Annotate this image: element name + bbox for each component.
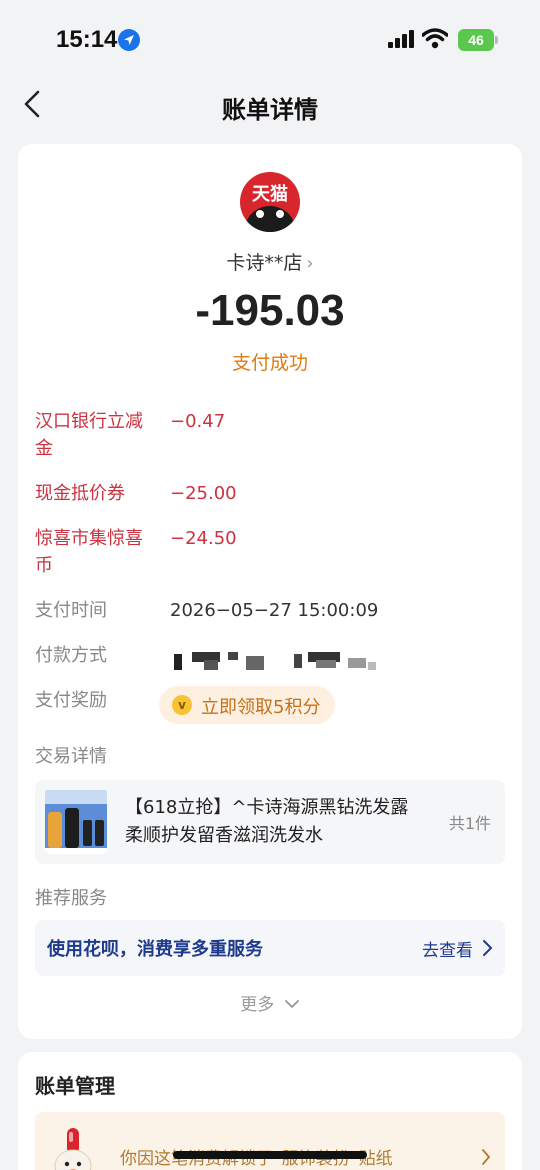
chevron-right-icon: › <box>306 253 314 274</box>
cellular-signal-icon <box>388 30 416 48</box>
logo-cat-face <box>244 206 296 232</box>
sticker-banner[interactable]: 你因这笔消费解锁了“服饰装扮”贴纸 <box>35 1112 505 1170</box>
huabei-service-row[interactable]: 使用花呗，消费享多重服务 去查看 <box>35 920 505 976</box>
discount-value-1: −0.47 <box>170 411 226 432</box>
bill-management-title: 账单管理 <box>35 1074 115 1098</box>
battery-tip <box>495 36 498 44</box>
location-icon <box>118 29 140 51</box>
coin-icon: v <box>172 695 192 715</box>
payment-amount: -195.03 <box>195 286 345 335</box>
sticker-mascot-icon <box>54 1128 92 1170</box>
service-text: 使用花呗，消费享多重服务 <box>47 939 263 960</box>
logo-eye-left <box>256 210 264 218</box>
chevron-right-icon <box>482 1149 491 1165</box>
page-title: 账单详情 <box>222 96 318 124</box>
discount-value-3: −24.50 <box>170 528 237 549</box>
logo-eye-right <box>276 210 284 218</box>
status-time: 15:14 <box>56 26 118 53</box>
home-indicator[interactable] <box>173 1151 367 1159</box>
discount-value-2: −25.00 <box>170 483 237 504</box>
service-view-link[interactable]: 去查看 <box>422 936 473 961</box>
chevron-right-icon <box>483 940 493 956</box>
nav-bar: 账单详情 <box>0 80 540 130</box>
tmall-logo: 天猫 <box>240 172 300 232</box>
logo-text: 天猫 <box>252 184 288 205</box>
chevron-down-icon <box>284 1000 299 1009</box>
payment-status: 支付成功 <box>231 352 308 374</box>
battery-icon: 46 <box>458 29 494 51</box>
wifi-icon <box>422 28 448 49</box>
recommend-section-title: 推荐服务 <box>35 888 107 909</box>
product-title: 【618立抢】^卡诗海源黑钻洗发露柔顺护发留香滋润洗发水 <box>125 797 409 846</box>
status-bar: 15:14 46 <box>0 0 540 80</box>
discount-label-3: 惊喜市集惊喜币 <box>35 528 143 576</box>
transaction-section-title: 交易详情 <box>35 746 107 767</box>
product-item[interactable]: 【618立抢】^卡诗海源黑钻洗发露柔顺护发留香滋润洗发水 共1件 <box>35 780 505 864</box>
product-thumbnail <box>45 790 107 854</box>
pay-time-value: 2026−05−27 15:00:09 <box>170 600 379 621</box>
reward-label: 支付奖励 <box>35 690 107 711</box>
more-button[interactable]: 更多 <box>18 990 522 1015</box>
pay-time-label: 支付时间 <box>35 600 107 621</box>
product-count: 共1件 <box>448 814 491 833</box>
bill-detail-card: 天猫 卡诗**店 › -195.03 支付成功 汉口银行立减金 −0.47 现金抵… <box>18 144 522 1039</box>
discount-label-2: 现金抵价券 <box>35 483 125 504</box>
discount-label-1: 汉口银行立减金 <box>35 411 143 459</box>
pay-method-label: 付款方式 <box>35 645 107 666</box>
more-label: 更多 <box>240 995 275 1015</box>
merchant-name: 卡诗**店 <box>226 252 303 274</box>
claim-points-button[interactable]: v 立即领取5积分 <box>159 686 335 724</box>
claim-points-label: 立即领取5积分 <box>201 697 321 718</box>
merchant-link[interactable]: 卡诗**店 › <box>18 248 522 275</box>
